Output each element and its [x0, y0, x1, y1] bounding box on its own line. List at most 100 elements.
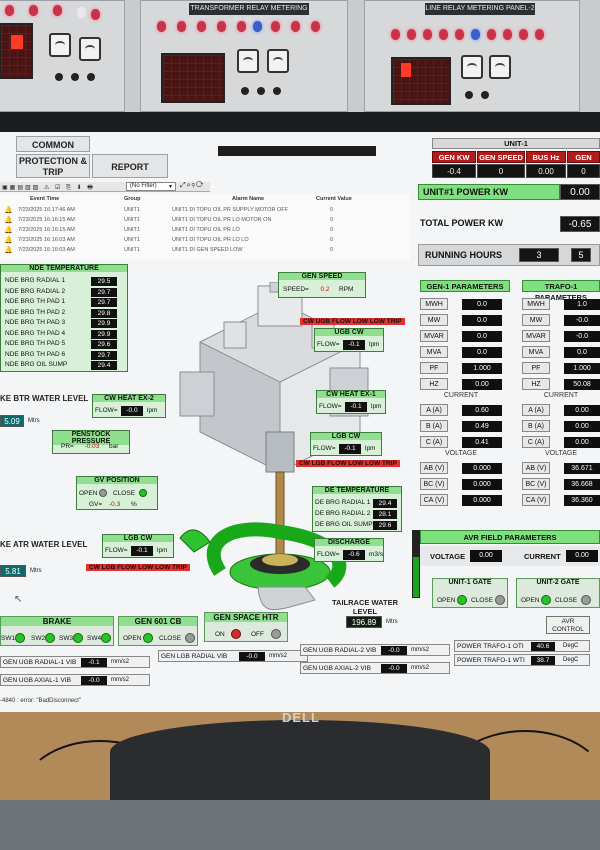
nde-row-value: 29.6 [91, 340, 117, 349]
param-label: PF [522, 362, 550, 374]
filter-select[interactable]: (No Filter) ▾ [126, 182, 176, 191]
avr-values: VOLTAGE 0.00 CURRENT 0.00 [420, 546, 600, 566]
unit-title: UNIT-1 [432, 138, 600, 149]
running-hours-value-2: 5 [571, 248, 591, 262]
nde-row-value: 29.8 [91, 308, 117, 318]
btr-water-label: KE BTR WATER LEVEL [0, 394, 89, 403]
gate1-open-indicator[interactable] [457, 595, 467, 605]
param-value: 0.0 [462, 331, 502, 342]
nde-row-label: NDE BRG TH PAD 1 [5, 298, 66, 305]
gen-label: GEN [567, 151, 600, 163]
panel-title: UGB CW [315, 329, 383, 336]
de-row-label: DE BRG RADIAL 1 [315, 499, 371, 506]
led-display [391, 57, 451, 105]
chevron-down-icon: ▾ [169, 184, 173, 190]
param-label: PF [420, 362, 448, 374]
gate2-close-indicator[interactable] [581, 595, 591, 605]
gen-kw-label: GEN KW [432, 151, 476, 163]
cb-close-indicator[interactable] [185, 633, 195, 643]
de-row-label: DE BRG RADIAL 2 [315, 510, 371, 517]
gen-speed-value: 0 [477, 164, 525, 178]
bell-icon: 🔔 [4, 217, 13, 224]
unit-2-gate-panel: UNIT-2 GATE OPEN CLOSE [516, 578, 600, 608]
running-hours-bar: RUNNING HOURS 3 5 [418, 244, 600, 266]
cw-heat-ex1-panel: CW HEAT EX-1 FLOW= -0.1 lpm [316, 390, 386, 414]
trafo-temp-row: POWER TRAFO-1 WTI 38.7 DegC [454, 654, 590, 666]
current-heading: CURRENT [443, 392, 479, 399]
scada-screen: COMMON PROTECTION & TRIP REPORT UNIT-1 G… [0, 132, 600, 712]
trafo-temp-unit: DegC [563, 657, 579, 663]
lgb-cw-reading: -0.1 [339, 444, 361, 454]
bell-icon: 🔔 [4, 237, 13, 244]
btr-water-unit: Mtrs [28, 418, 40, 424]
nde-row-label: NDE BRG RADIAL 1 [5, 277, 66, 284]
gv-close-indicator [139, 489, 147, 497]
alarm-cell: 0 [330, 237, 334, 243]
lgb-cw-lower-alarm-label: CW LGB FLOW LOW LOW TRIP [86, 564, 190, 571]
panel-title: CW HEAT EX-1 [317, 391, 385, 398]
param-label: CA (V) [522, 494, 550, 506]
param-value: 36.671 [564, 463, 600, 474]
avr-title: AVR FIELD PARAMETERS [420, 530, 600, 544]
led-display [161, 53, 225, 103]
gen-kw-value: -0.4 [432, 164, 476, 178]
brake-sw2-indicator[interactable] [45, 633, 55, 643]
param-value: 0.000 [462, 463, 502, 474]
heater-on-indicator[interactable] [231, 629, 241, 639]
trafo-temp-value: 40.6 [531, 642, 555, 651]
toolbar-icons[interactable]: ▣▦▤▥▧ ⚠ ☑ ⎘ ⬇ 🖶 [2, 183, 95, 193]
ugb-cw-reading: -0.1 [343, 340, 365, 350]
tab-protection-trip[interactable]: PROTECTION & TRIP [16, 154, 90, 178]
analog-meter-icon [461, 55, 483, 79]
vib-unit: mm/s2 [269, 653, 287, 659]
tailrace-level-gauge [412, 530, 420, 598]
unit-1-gate-panel: UNIT-1 GATE OPEN CLOSE [432, 578, 508, 608]
total-power-value: -0.65 [560, 216, 600, 232]
param-value: 36.360 [564, 495, 600, 506]
column-header: Current Value [316, 196, 352, 202]
discharge-panel: DISCHARGE FLOW= -0.6 m3/s [314, 538, 384, 562]
gen-speed-reading: 0.2 [320, 286, 330, 293]
param-label: MVA [522, 346, 550, 358]
brake-sw4-indicator[interactable] [101, 633, 111, 643]
gv-position-panel: GV POSITION OPEN CLOSE GV= -0.3 % [76, 476, 158, 510]
param-value: 0.00 [564, 405, 600, 416]
voltage-heading: VOLTAGE [544, 450, 578, 457]
vib-unit: mm/s2 [111, 659, 129, 665]
param-value: 0.0 [462, 347, 502, 358]
param-label: B (A) [522, 420, 550, 432]
panel-title: DISCHARGE [315, 539, 383, 546]
param-label: MWH [420, 298, 448, 310]
vib-unit: mm/s2 [111, 677, 129, 683]
trafo-temp-label: POWER TRAFO-1 WTI [457, 657, 525, 664]
bus-hz-label: BUS Hz [526, 151, 566, 163]
alarm-cell: 7/23/2025 16:16:15 AM [18, 227, 75, 233]
panel-label: LINE RELAY METERING PANEL-2 [425, 3, 535, 15]
analog-meter-icon [267, 49, 289, 73]
column-header: Alarm Name [232, 196, 265, 202]
gate2-open-indicator[interactable] [541, 595, 551, 605]
param-value: 0.00 [462, 379, 502, 390]
alarm-cell: 0 [330, 247, 334, 253]
brake-sw3-indicator[interactable] [73, 633, 83, 643]
brake-sw1-indicator[interactable] [15, 633, 25, 643]
tab-common[interactable]: COMMON [16, 136, 90, 152]
trafo-temp-row: POWER TRAFO-1 OTI 40.6 DegC [454, 640, 590, 652]
avr-control-button[interactable]: AVR CONTROL [546, 616, 590, 634]
ugb-cw-panel: UGB CW FLOW= -0.1 lpm [314, 328, 384, 352]
led-display [0, 23, 33, 79]
search-zoom-icons[interactable]: ⤢⌕⚲⟳ [180, 182, 205, 190]
param-label: BC (V) [522, 478, 550, 490]
tab-report[interactable]: REPORT [92, 154, 168, 178]
alarm-cell: 0 [330, 227, 334, 233]
gate1-close-indicator[interactable] [495, 595, 505, 605]
trafo-temp-label: POWER TRAFO-1 OTI [457, 643, 524, 650]
heater-off-indicator[interactable] [271, 629, 281, 639]
param-value: -0.0 [564, 315, 600, 326]
nde-row-label: NDE BRG TH PAD 5 [5, 340, 66, 347]
nde-row-label: NDE BRG TH PAD 3 [5, 319, 66, 326]
alarm-cell: UNIT1 DI GEN SPEED LOW [172, 247, 243, 253]
cw-heat-ex2-reading: -0.0 [121, 406, 143, 416]
cb-open-indicator[interactable] [143, 633, 153, 643]
panel-title: LGB CW [103, 535, 173, 542]
